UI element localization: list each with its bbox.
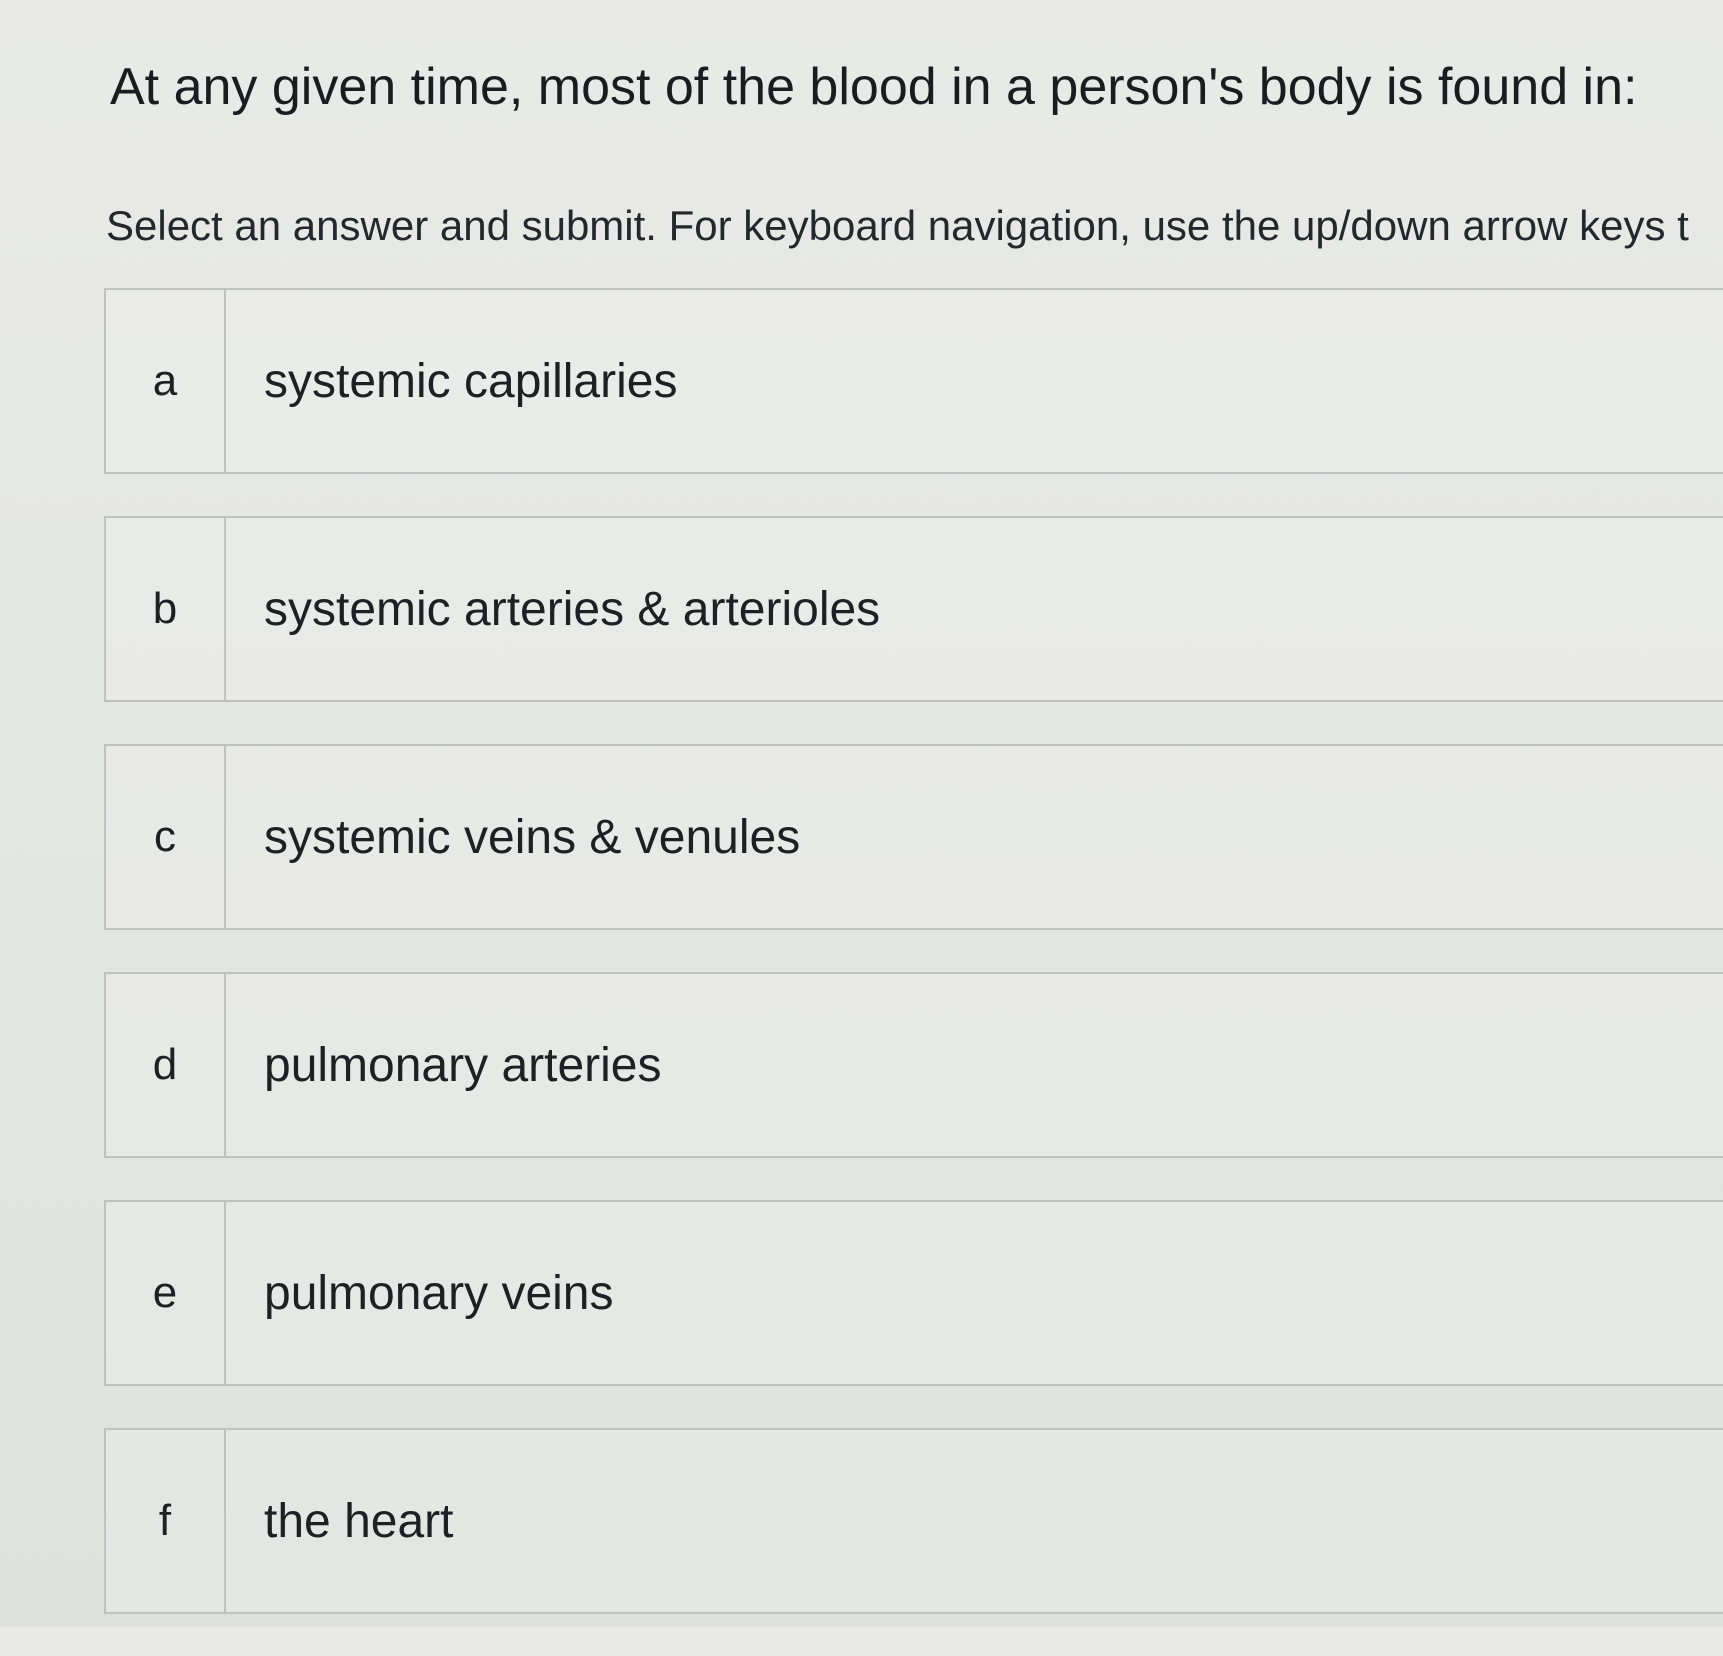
- choice-letter: b: [106, 518, 226, 700]
- question-text: At any given time, most of the blood in …: [110, 58, 1638, 116]
- choice-text: systemic arteries & arterioles: [264, 582, 881, 636]
- choice-letter: e: [106, 1202, 226, 1384]
- choice-text: systemic veins & venules: [264, 810, 801, 864]
- instructions-text: Select an answer and submit. For keyboar…: [106, 202, 1689, 249]
- answer-choice-d[interactable]: d pulmonary arteries: [104, 972, 1723, 1158]
- choice-letter: f: [106, 1430, 226, 1612]
- quiz-page: At any given time, most of the blood in …: [0, 0, 1723, 1627]
- answer-choice-e[interactable]: e pulmonary veins: [104, 1200, 1723, 1386]
- answer-choice-a[interactable]: a systemic capillaries: [104, 288, 1723, 474]
- answer-choice-c[interactable]: c systemic veins & venules: [104, 744, 1723, 930]
- choice-text: pulmonary arteries: [264, 1038, 662, 1092]
- choice-letter: d: [106, 974, 226, 1156]
- answer-choices-list: a systemic capillaries b systemic arteri…: [104, 288, 1723, 1656]
- choice-text: the heart: [264, 1494, 454, 1548]
- choice-text: pulmonary veins: [264, 1266, 614, 1320]
- choice-letter: c: [106, 746, 226, 928]
- choice-text: systemic capillaries: [264, 354, 678, 408]
- answer-choice-f[interactable]: f the heart: [104, 1428, 1723, 1614]
- answer-choice-b[interactable]: b systemic arteries & arterioles: [104, 516, 1723, 702]
- choice-letter: a: [106, 290, 226, 472]
